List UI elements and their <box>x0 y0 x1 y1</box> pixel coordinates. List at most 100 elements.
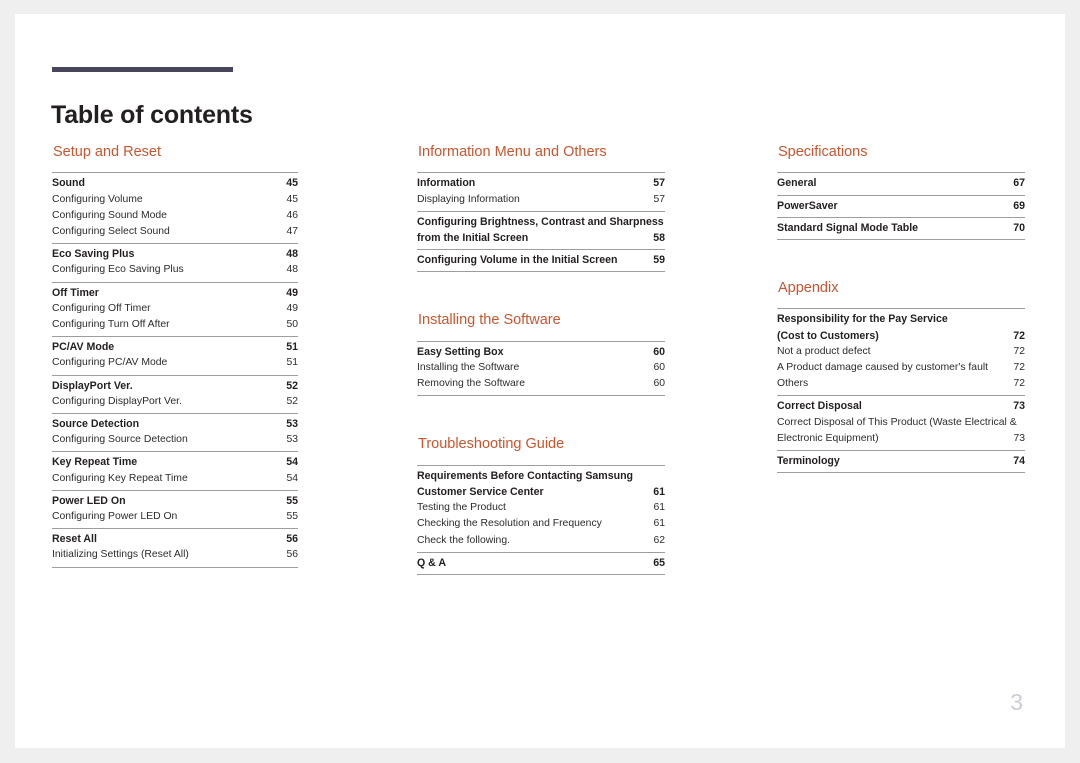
toc-entry-page: 45 <box>286 193 298 205</box>
toc-entry-label: Configuring Sound Mode <box>52 209 167 221</box>
toc-entry-page: 59 <box>653 254 665 267</box>
toc-entry[interactable]: Configuring Source Detection 53 <box>52 432 298 448</box>
toc-entry[interactable]: Configuring Eco Saving Plus 48 <box>52 262 298 278</box>
toc-group: Off Timer 49 Configuring Off Timer 49 Config… <box>52 281 298 337</box>
toc-entry[interactable]: Q & A 65 <box>417 555 665 571</box>
toc-entry-page: 49 <box>286 302 298 314</box>
toc-entry[interactable]: Key Repeat Time 54 <box>52 454 298 470</box>
toc-entry[interactable]: Configuring Select Sound 47 <box>52 224 298 240</box>
toc-entry-label: PowerSaver <box>777 199 838 212</box>
toc-section: Appendix Responsibility for the Pay Servi… <box>777 280 1025 474</box>
toc-entry-page: 52 <box>286 379 298 392</box>
toc-entry-page: 51 <box>286 357 298 369</box>
toc-entry[interactable]: Standard Signal Mode Table 70 <box>777 220 1025 236</box>
toc-entry-label: DisplayPort Ver. <box>52 379 133 392</box>
toc-entry[interactable]: PC/AV Mode 51 <box>52 339 298 355</box>
toc-group: Easy Setting Box 60 Installing the Softwar… <box>417 340 665 397</box>
toc-entry[interactable]: A Product damage caused by customer's fa… <box>777 360 1025 376</box>
toc-entry-label: Correct Disposal <box>777 400 862 413</box>
section-heading: Information Menu and Others <box>418 144 607 160</box>
toc-entry[interactable]: Configuring Sound Mode 46 <box>52 208 298 224</box>
toc-entry[interactable]: Installing the Software 60 <box>417 360 665 376</box>
toc-group: Q & A 65 <box>417 551 665 576</box>
toc-entry[interactable]: Power LED On 55 <box>52 493 298 509</box>
toc-entry[interactable]: Configuring PC/AV Mode 51 <box>52 355 298 371</box>
toc-group: Correct Disposal 73 Correct Disposal of Th… <box>777 395 1025 450</box>
toc-entry[interactable]: Responsibility for the Pay Service (Cost … <box>777 311 1025 343</box>
toc-entry-page: 55 <box>286 494 298 507</box>
toc-entry-page: 57 <box>653 193 665 205</box>
toc-entry-page: 46 <box>286 209 298 221</box>
toc-entry-page: 54 <box>286 456 298 469</box>
toc-entry-label: Configuring Turn Off After <box>52 319 170 331</box>
toc-entry-label-cont: Electronic Equipment) <box>777 432 879 444</box>
toc-entry[interactable]: Source Detection 53 <box>52 416 298 432</box>
toc-entry-label: Configuring Volume in the Initial Screen <box>417 254 618 267</box>
toc-entry[interactable]: Configuring Off Timer 49 <box>52 301 298 317</box>
toc-entry-label-cont: Customer Service Center <box>417 486 544 498</box>
toc-group: Source Detection 53 Configuring Source Det… <box>52 413 298 451</box>
toc-entry-page: 60 <box>653 378 665 390</box>
toc-group: PowerSaver 69 <box>777 194 1025 217</box>
toc-entry[interactable]: Not a product defect 72 <box>777 344 1025 360</box>
toc-group: Terminology 74 <box>777 450 1025 474</box>
toc-entry[interactable]: Configuring Volume 45 <box>52 192 298 208</box>
toc-entry[interactable]: Eco Saving Plus 48 <box>52 246 298 262</box>
toc-entry-label: Eco Saving Plus <box>52 248 135 261</box>
toc-entry[interactable]: Correct Disposal of This Product (Waste … <box>777 415 1025 447</box>
toc-entry[interactable]: Configuring DisplayPort Ver. 52 <box>52 394 298 410</box>
toc-entry-label: Standard Signal Mode Table <box>777 221 919 234</box>
toc-group: Power LED On 55 Configuring Power LED On 55 <box>52 489 298 528</box>
toc-section: Setup and Reset Sound 45 Configuring Volume… <box>52 144 298 568</box>
toc-entry[interactable]: Configuring Key Repeat Time 54 <box>52 471 298 487</box>
toc-entry[interactable]: Removing the Software 60 <box>417 376 665 392</box>
toc-entry[interactable]: Configuring Volume in the Initial Screen… <box>417 252 665 268</box>
toc-entry[interactable]: Configuring Turn Off After 50 <box>52 317 298 333</box>
section-heading: Specifications <box>778 144 868 160</box>
toc-entry-page: 61 <box>653 518 665 530</box>
toc-entry-label: Easy Setting Box <box>417 345 504 358</box>
toc-entry[interactable]: Testing the Product 61 <box>417 500 665 516</box>
toc-entry[interactable]: Initializing Settings (Reset All) 56 <box>52 547 298 563</box>
toc-entry-label: Reset All <box>52 533 97 546</box>
toc-entry[interactable]: Others 72 <box>777 376 1025 392</box>
toc-entry[interactable]: DisplayPort Ver. 52 <box>52 378 298 394</box>
toc-entry[interactable]: Requirements Before Contacting Samsung Cu… <box>417 468 665 500</box>
toc-entry-page: 52 <box>286 395 298 407</box>
toc-entry-page: 62 <box>653 534 665 546</box>
toc-entry-label: Requirements Before Contacting Samsung <box>417 469 634 482</box>
toc-entry[interactable]: Information 57 <box>417 175 665 191</box>
toc-entry-page: 55 <box>286 511 298 523</box>
toc-entry[interactable]: Checking the Resolution and Frequency 61 <box>417 516 665 532</box>
toc-section: Installing the Software Easy Setting Box 6… <box>417 312 665 397</box>
toc-entry-page: 54 <box>286 472 298 484</box>
toc-group: Key Repeat Time 54 Configuring Key Repeat … <box>52 451 298 489</box>
toc-entry-label: Configuring Eco Saving Plus <box>52 264 184 276</box>
toc-entry-label: Configuring Volume <box>52 193 143 205</box>
toc-entry[interactable]: Configuring Brightness, Contrast and Sha… <box>417 214 665 246</box>
toc-section: Specifications General 67 PowerSaver 69 Stand… <box>777 144 1025 240</box>
toc-entry-page: 61 <box>653 486 665 498</box>
section-heading: Troubleshooting Guide <box>418 436 565 453</box>
toc-entry[interactable]: Displaying Information 57 <box>417 192 665 208</box>
toc-entry-page: 49 <box>286 286 298 299</box>
column-3: Specifications General 67 PowerSaver 69 Stand… <box>777 144 1025 474</box>
toc-entry[interactable]: Easy Setting Box 60 <box>417 344 665 360</box>
toc-entry[interactable]: Configuring Power LED On 55 <box>52 509 298 525</box>
toc-entry[interactable]: General 67 <box>777 175 1025 191</box>
toc-entry-label: Off Timer <box>52 286 99 299</box>
toc-entry[interactable]: PowerSaver 69 <box>777 198 1025 214</box>
toc-group: DisplayPort Ver. 52 Configuring DisplayPor… <box>52 374 298 413</box>
toc-entry-label: Q & A <box>417 556 447 569</box>
toc-entry-page: 56 <box>286 549 298 561</box>
toc-entry[interactable]: Check the following. 62 <box>417 533 665 549</box>
toc-entry[interactable]: Off Timer 49 <box>52 285 298 301</box>
section-heading: Appendix <box>778 280 839 296</box>
toc-entry[interactable]: Terminology 74 <box>777 453 1025 469</box>
toc-entry[interactable]: Correct Disposal 73 <box>777 398 1025 414</box>
toc-entry[interactable]: Sound 45 <box>52 175 298 191</box>
column-1: Setup and Reset Sound 45 Configuring Volume… <box>52 144 298 568</box>
toc-entry[interactable]: Reset All 56 <box>52 531 298 547</box>
